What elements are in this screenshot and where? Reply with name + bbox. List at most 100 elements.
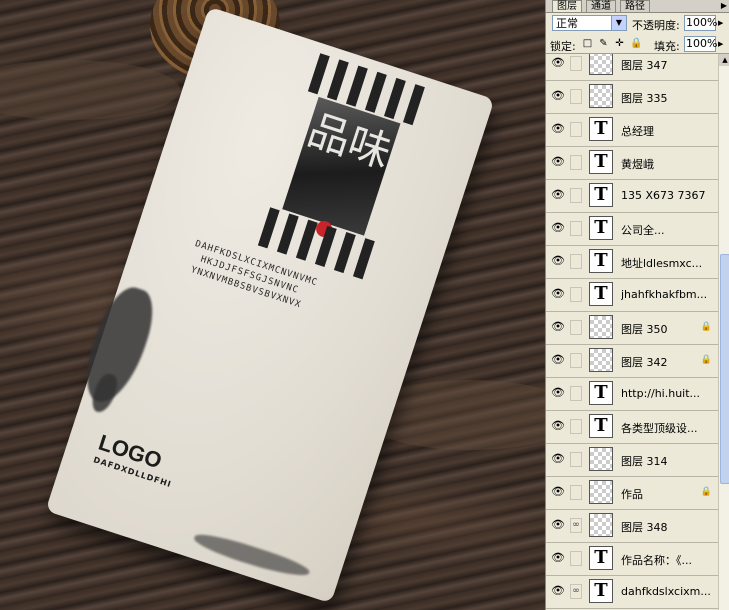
layer-name[interactable]: 图层 314: [621, 453, 711, 469]
visibility-eye-icon[interactable]: 👁: [550, 221, 566, 235]
link-slot[interactable]: [570, 221, 582, 236]
text-layer-icon[interactable]: T: [589, 381, 613, 405]
layer-thumbnail[interactable]: [589, 315, 613, 339]
text-layer-icon[interactable]: T: [589, 249, 613, 273]
link-slot[interactable]: [570, 89, 582, 104]
layer-row[interactable]: 👁 T 135 X673 7367: [546, 180, 718, 213]
text-layer-icon[interactable]: T: [589, 414, 613, 438]
layer-row[interactable]: 👁 图层 335: [546, 81, 718, 114]
document-canvas[interactable]: 品味 DAHFKDSLXCIXMCNVNVMC HKJDJFSFSGJSNVNC…: [0, 0, 545, 610]
visibility-eye-icon[interactable]: 👁: [550, 89, 566, 103]
layer-thumbnail[interactable]: [589, 348, 613, 372]
link-icon[interactable]: ∞: [570, 584, 582, 599]
link-slot[interactable]: [570, 56, 582, 71]
chevron-down-icon[interactable]: ▼: [611, 16, 626, 30]
layer-row[interactable]: 👁 T 作品名称：《...: [546, 543, 718, 576]
scroll-up-icon[interactable]: ▲: [719, 54, 729, 66]
layer-row[interactable]: 👁 T 地址ldlesmxc...: [546, 246, 718, 279]
lock-transparency-icon[interactable]: □: [582, 38, 593, 49]
link-slot[interactable]: [570, 353, 582, 368]
visibility-eye-icon[interactable]: 👁: [550, 551, 566, 565]
layer-name[interactable]: 作品: [621, 486, 711, 502]
visibility-eye-icon[interactable]: 👁: [550, 518, 566, 532]
text-layer-icon[interactable]: T: [589, 183, 613, 207]
tab-layers[interactable]: 图层: [552, 0, 582, 12]
layer-name[interactable]: 公司全...: [621, 222, 711, 238]
visibility-eye-icon[interactable]: 👁: [550, 419, 566, 433]
link-slot[interactable]: [570, 551, 582, 566]
text-layer-icon[interactable]: T: [589, 117, 613, 141]
link-slot[interactable]: [570, 155, 582, 170]
layer-name[interactable]: 图层 347: [621, 57, 711, 73]
layer-thumbnail[interactable]: [589, 480, 613, 504]
visibility-eye-icon[interactable]: 👁: [550, 584, 566, 598]
layer-thumbnail[interactable]: [589, 84, 613, 108]
visibility-eye-icon[interactable]: 👁: [550, 122, 566, 136]
fill-input[interactable]: 100%: [684, 36, 717, 52]
link-icon[interactable]: ∞: [570, 518, 582, 533]
layer-thumbnail[interactable]: [589, 447, 613, 471]
layer-name[interactable]: http://hi.huit...: [621, 387, 711, 400]
visibility-eye-icon[interactable]: 👁: [550, 485, 566, 499]
link-slot[interactable]: [570, 320, 582, 335]
link-slot[interactable]: [570, 485, 582, 500]
layer-name[interactable]: 图层 335: [621, 90, 711, 106]
link-slot[interactable]: [570, 188, 582, 203]
layer-row[interactable]: 👁 T 总经理: [546, 114, 718, 147]
layer-name[interactable]: 作品名称：《...: [621, 552, 711, 568]
layer-row[interactable]: 👁 T 黄煜峨: [546, 147, 718, 180]
link-slot[interactable]: [570, 452, 582, 467]
text-layer-icon[interactable]: T: [589, 216, 613, 240]
layer-row[interactable]: 👁 图层 314: [546, 444, 718, 477]
layer-row[interactable]: 👁 图层 347: [546, 54, 718, 81]
layer-row[interactable]: 👁 图层 350 🔒: [546, 312, 718, 345]
layer-name[interactable]: 地址ldlesmxc...: [621, 255, 711, 271]
visibility-eye-icon[interactable]: 👁: [550, 254, 566, 268]
visibility-eye-icon[interactable]: 👁: [550, 56, 566, 70]
link-slot[interactable]: [570, 122, 582, 137]
layer-row[interactable]: 👁 Thttp://hi.huit...: [546, 378, 718, 411]
blend-mode-select[interactable]: 正常 ▼: [552, 15, 627, 31]
fill-slider-arrow-icon[interactable]: ▶: [718, 40, 723, 48]
text-layer-icon[interactable]: T: [589, 282, 613, 306]
layer-row[interactable]: 👁 ∞ Tdahfkdslxcixm...: [546, 576, 718, 609]
lock-paint-icon[interactable]: ✎: [598, 38, 609, 49]
layer-row[interactable]: 👁 T 各类型顶级设...: [546, 411, 718, 444]
layer-name[interactable]: dahfkdslxcixm...: [621, 585, 711, 598]
tab-paths[interactable]: 路径: [620, 0, 650, 12]
layer-row[interactable]: 👁 ∞ 图层 348: [546, 510, 718, 543]
layer-row[interactable]: 👁 Tjhahfkhakfbm...: [546, 279, 718, 312]
visibility-eye-icon[interactable]: 👁: [550, 353, 566, 367]
link-slot[interactable]: [570, 254, 582, 269]
link-slot[interactable]: [570, 287, 582, 302]
visibility-eye-icon[interactable]: 👁: [550, 155, 566, 169]
layer-name[interactable]: 135 X673 7367: [621, 189, 711, 202]
layer-thumbnail[interactable]: [589, 513, 613, 537]
layer-name[interactable]: 各类型顶级设...: [621, 420, 711, 436]
link-slot[interactable]: [570, 419, 582, 434]
layer-name[interactable]: 图层 348: [621, 519, 711, 535]
text-layer-icon[interactable]: T: [589, 546, 613, 570]
layer-name[interactable]: 黄煜峨: [621, 156, 711, 172]
layer-thumbnail[interactable]: [589, 54, 613, 75]
text-layer-icon[interactable]: T: [589, 579, 613, 603]
lock-all-icon[interactable]: 🔒: [630, 38, 642, 49]
tab-channels[interactable]: 通道: [586, 0, 616, 12]
visibility-eye-icon[interactable]: 👁: [550, 452, 566, 466]
panel-menu-icon[interactable]: ▶: [721, 0, 727, 11]
layer-name[interactable]: 图层 342: [621, 354, 711, 370]
layer-row[interactable]: 👁 T 公司全...: [546, 213, 718, 246]
layer-row[interactable]: 👁 作品 🔒: [546, 477, 718, 510]
visibility-eye-icon[interactable]: 👁: [550, 320, 566, 334]
visibility-eye-icon[interactable]: 👁: [550, 188, 566, 202]
layer-name[interactable]: 图层 350: [621, 321, 711, 337]
text-layer-icon[interactable]: T: [589, 150, 613, 174]
opacity-slider-arrow-icon[interactable]: ▶: [718, 19, 723, 27]
link-slot[interactable]: [570, 386, 582, 401]
opacity-input[interactable]: 100%: [684, 15, 717, 31]
lock-move-icon[interactable]: ✛: [614, 38, 625, 49]
scroll-thumb[interactable]: [720, 254, 729, 484]
layer-name[interactable]: 总经理: [621, 123, 711, 139]
layer-name[interactable]: jhahfkhakfbm...: [621, 288, 711, 301]
layer-list-scrollbar[interactable]: ▲: [718, 54, 729, 610]
